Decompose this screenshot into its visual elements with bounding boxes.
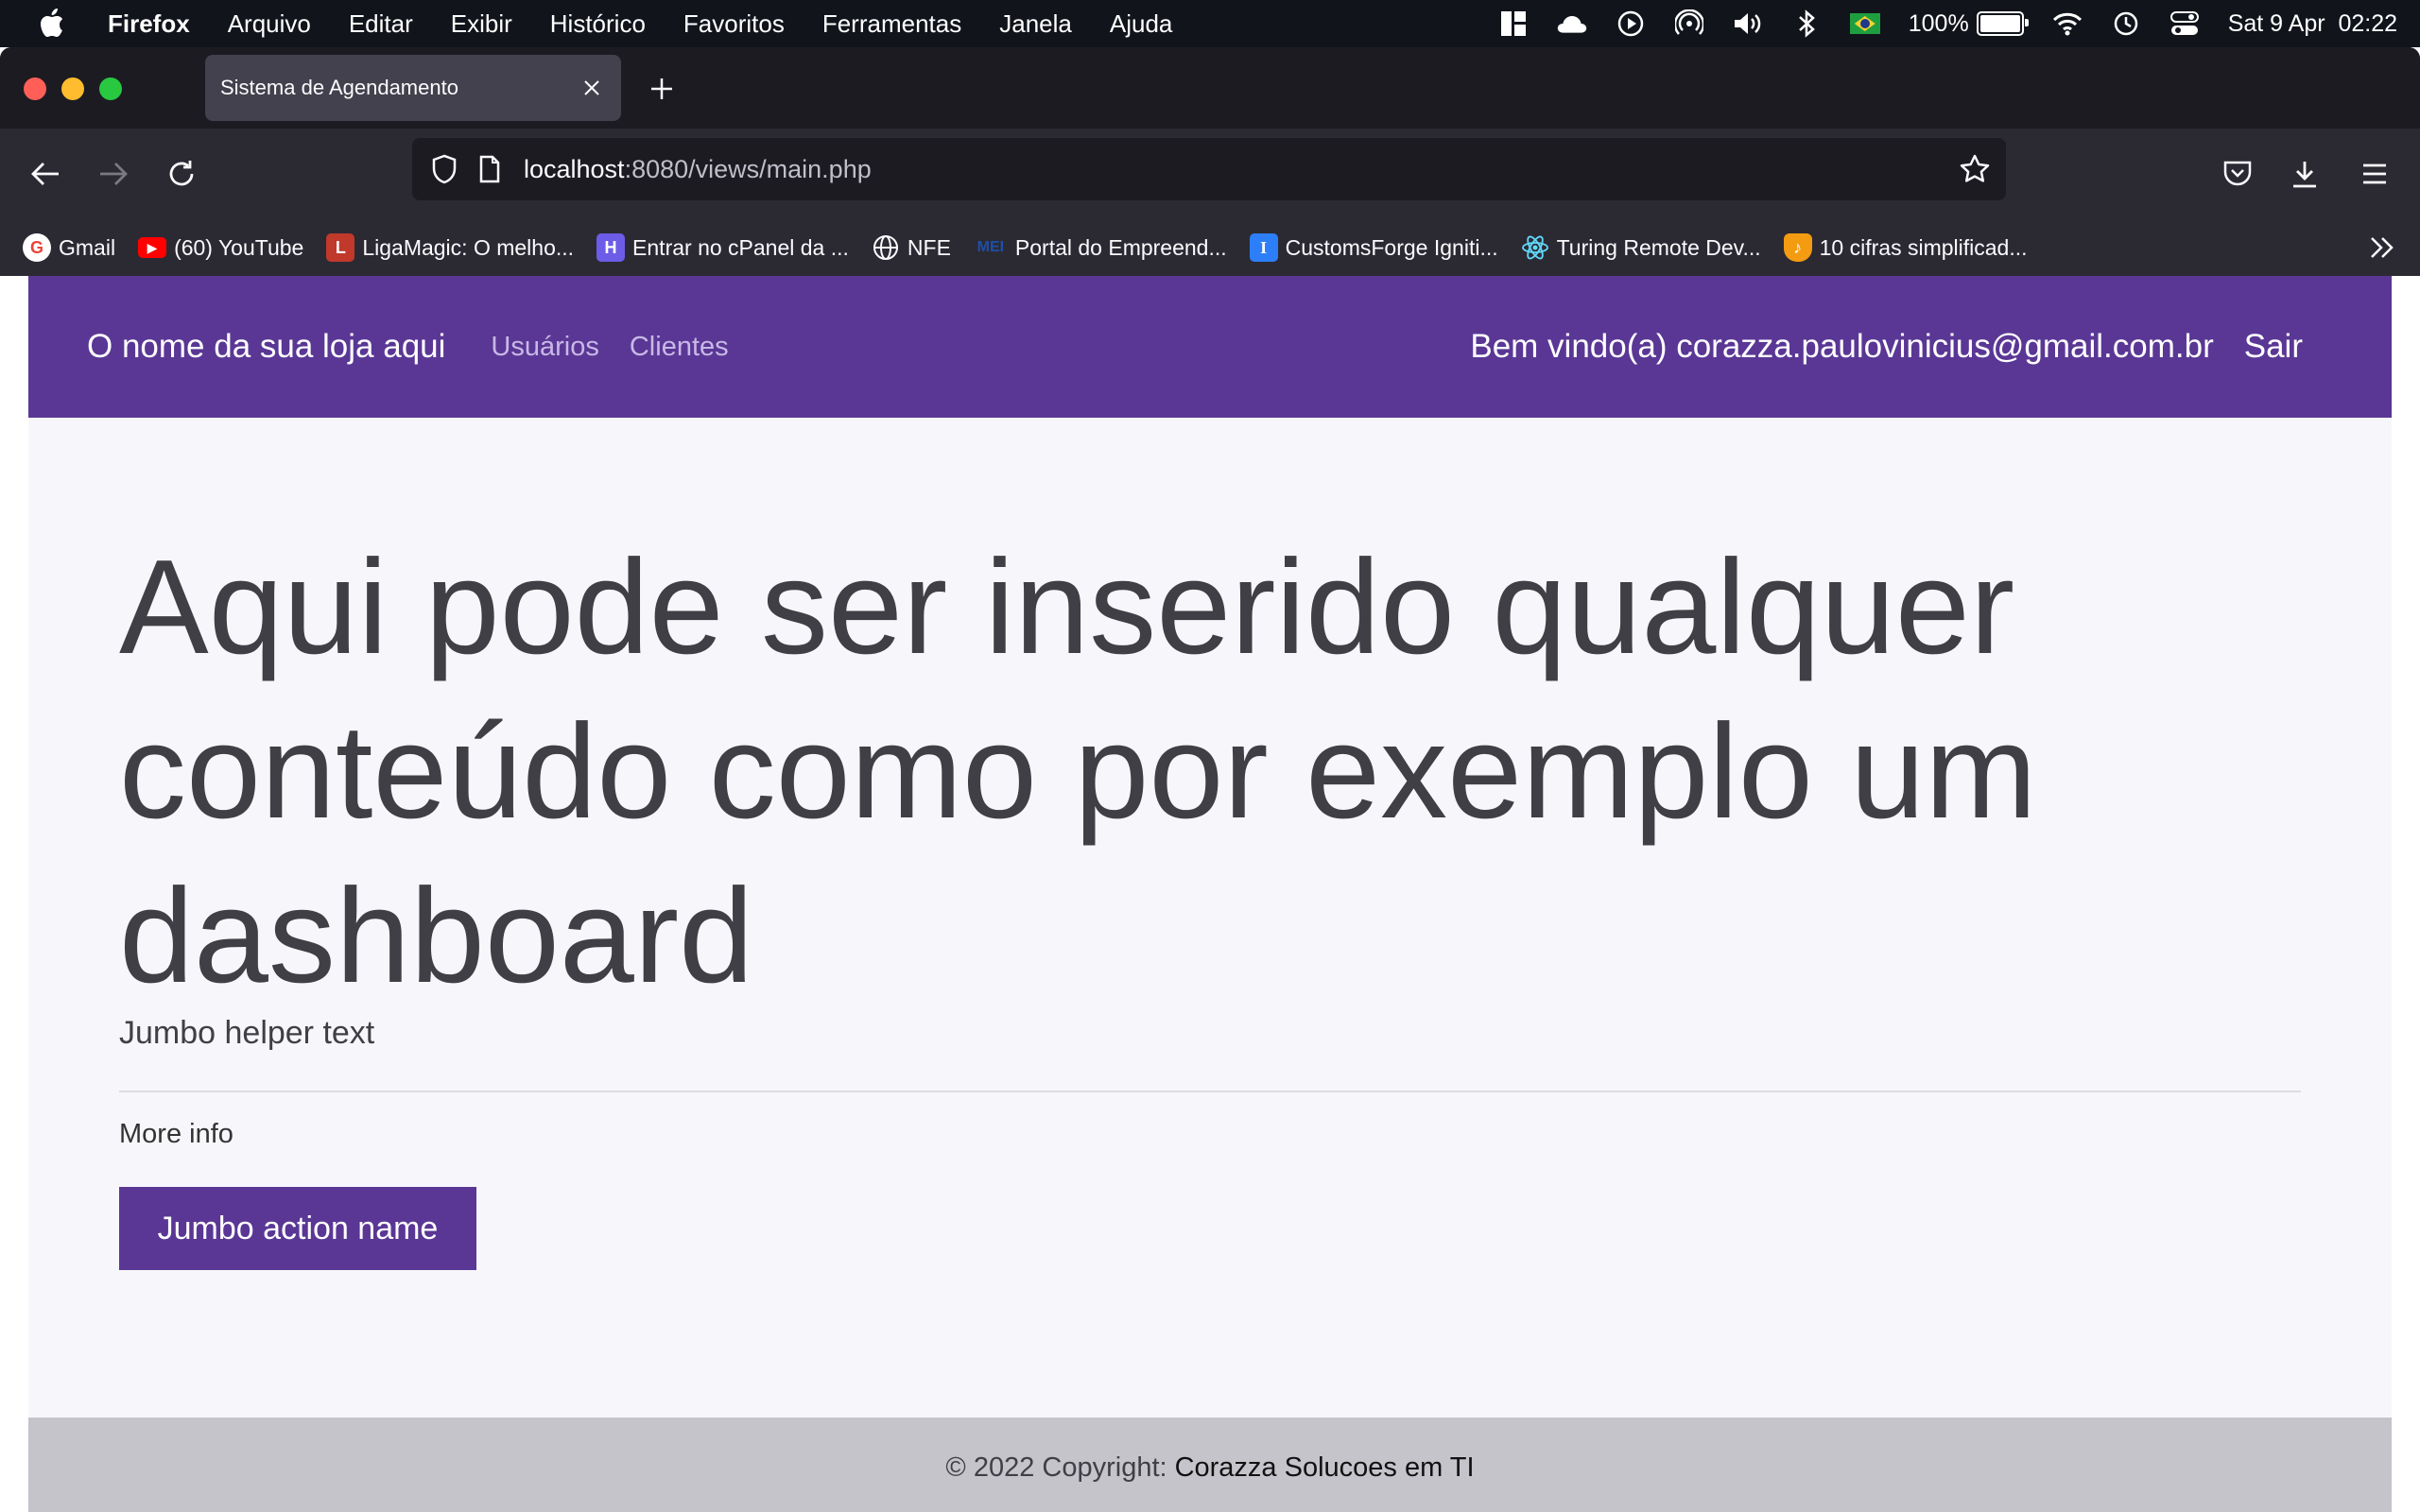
nav-link-usuarios[interactable]: Usuários	[491, 332, 598, 363]
mei-icon: MEI	[977, 239, 1005, 255]
cloud-icon[interactable]	[1557, 9, 1587, 39]
jumbotron-helper-text: Jumbo helper text	[119, 1015, 375, 1051]
page-viewport: O nome da sua loja aqui Usuários Cliente…	[0, 276, 2420, 1512]
apple-icon[interactable]	[38, 9, 66, 39]
cifras-icon: ♪	[1783, 233, 1812, 262]
page-info-icon[interactable]	[475, 152, 505, 186]
bookmark-label: Portal do Empreend...	[1014, 234, 1227, 260]
bookmark-youtube[interactable]: ▶ (60) YouTube	[138, 235, 303, 261]
battery-fill	[1979, 15, 2020, 32]
bookmark-turing[interactable]: Turing Remote Dev...	[1521, 233, 1761, 262]
pocket-icon[interactable]	[2217, 153, 2258, 195]
bookmark-label: (60) YouTube	[174, 234, 304, 260]
clock[interactable]: Sat 9 Apr 02:22	[2228, 10, 2397, 38]
nav-link-clientes[interactable]: Clientes	[630, 332, 729, 363]
menu-editar[interactable]: Editar	[349, 9, 413, 39]
reload-button[interactable]	[161, 153, 202, 195]
battery-percent: 100%	[1908, 9, 1969, 37]
logout-link[interactable]: Sair	[2244, 328, 2303, 366]
battery-icon	[1976, 11, 2029, 36]
bookmark-label: NFE	[907, 234, 951, 260]
hamburger-menu-icon[interactable]	[2354, 153, 2395, 195]
browser-toolbar: localhost:8080/views/main.php	[0, 129, 2420, 219]
tab-strip: Sistema de Agendamento	[0, 47, 2420, 129]
brazil-flag-icon[interactable]	[1849, 9, 1880, 39]
bookmark-gmail[interactable]: G Gmail	[23, 233, 115, 262]
bookmark-label: CustomsForge Igniti...	[1285, 234, 1498, 260]
menu-favoritos[interactable]: Favoritos	[683, 9, 785, 39]
forward-button[interactable]	[93, 153, 134, 195]
macos-menubar: Firefox Arquivo Editar Exibir Histórico …	[0, 0, 2420, 47]
divider	[119, 1091, 2301, 1092]
url-host: localhost	[524, 154, 625, 183]
app-menu-firefox[interactable]: Firefox	[108, 9, 190, 39]
google-icon: G	[23, 233, 51, 262]
more-info-text: More info	[119, 1119, 233, 1149]
bluetooth-icon[interactable]	[1791, 9, 1822, 39]
menu-exibir[interactable]: Exibir	[451, 9, 512, 39]
play-icon[interactable]	[1616, 9, 1646, 39]
bookmark-cpanel[interactable]: H Entrar no cPanel da ...	[596, 233, 849, 262]
back-button[interactable]	[25, 153, 66, 195]
globe-icon	[872, 233, 900, 262]
zoom-window-button[interactable]	[99, 77, 122, 100]
ligamagic-icon: L	[326, 233, 355, 262]
cpanel-icon: H	[596, 233, 626, 262]
footer-company-link[interactable]: Corazza Solucoes em TI	[1175, 1452, 1475, 1484]
more-bookmarks-chevron-icon[interactable]	[2365, 231, 2399, 265]
window-layout-icon[interactable]	[1498, 9, 1529, 39]
jumbo-action-button[interactable]: Jumbo action name	[119, 1187, 476, 1270]
bookmark-star-icon[interactable]	[1957, 151, 1993, 187]
bookmark-label: Entrar no cPanel da ...	[632, 234, 849, 260]
status-area: 100% Sat 9 Apr 02:22	[1498, 0, 2397, 47]
bookmark-ligamagic[interactable]: L LigaMagic: O melho...	[326, 233, 574, 262]
tracking-protection-shield-icon[interactable]	[427, 152, 461, 186]
bookmarks-toolbar: G Gmail ▶ (60) YouTube L LigaMagic: O me…	[0, 219, 2420, 276]
url-text[interactable]: localhost:8080/views/main.php	[524, 155, 872, 184]
site-brand[interactable]: O nome da sua loja aqui	[87, 328, 445, 366]
tab-sistema-de-agendamento[interactable]: Sistema de Agendamento	[205, 55, 621, 121]
browser-window: Sistema de Agendamento localhost:8080/vi…	[0, 47, 2420, 1512]
menu-janela[interactable]: Janela	[999, 9, 1072, 39]
youtube-icon: ▶	[138, 237, 167, 258]
react-icon	[1521, 233, 1549, 262]
menu-arquivo[interactable]: Arquivo	[228, 9, 311, 39]
wifi-icon[interactable]	[2052, 9, 2083, 39]
menu-ajuda[interactable]: Ajuda	[1110, 9, 1173, 39]
site-page: O nome da sua loja aqui Usuários Cliente…	[28, 276, 2392, 1512]
nav-user-area: Bem vindo(a) corazza.paulovinicius@gmail…	[1470, 276, 2303, 418]
menu-ferramentas[interactable]: Ferramentas	[822, 9, 961, 39]
minimize-window-button[interactable]	[61, 77, 84, 100]
time-machine-icon[interactable]	[2111, 9, 2141, 39]
close-tab-icon[interactable]	[576, 72, 608, 104]
bookmark-customsforge[interactable]: I CustomsForge Igniti...	[1249, 233, 1498, 262]
bookmark-label: LigaMagic: O melho...	[362, 234, 575, 260]
new-tab-button[interactable]	[643, 70, 681, 108]
url-path: :8080/views/main.php	[624, 154, 872, 183]
site-footer: © 2022 Copyright: Corazza Solucoes em TI	[28, 1418, 2392, 1512]
control-center-icon[interactable]	[2169, 9, 2200, 39]
airdrop-icon[interactable]	[1674, 9, 1704, 39]
downloads-icon[interactable]	[2284, 153, 2325, 195]
menu-historico[interactable]: Histórico	[550, 9, 646, 39]
welcome-message: Bem vindo(a) corazza.paulovinicius@gmail…	[1470, 328, 2214, 365]
bookmark-nfe[interactable]: NFE	[872, 233, 951, 262]
tab-title: Sistema de Agendamento	[220, 76, 458, 99]
close-window-button[interactable]	[24, 77, 46, 100]
bookmark-label: Gmail	[59, 234, 116, 260]
volume-icon[interactable]	[1733, 9, 1763, 39]
bookmark-label: 10 cifras simplificad...	[1819, 234, 2028, 260]
jumbotron-title: Aqui pode ser inserido qualquer conteúdo…	[119, 532, 2037, 1011]
bookmark-label: Turing Remote Dev...	[1556, 234, 1761, 260]
site-navbar: O nome da sua loja aqui Usuários Cliente…	[28, 276, 2392, 418]
bookmark-portal-empreendedor[interactable]: MEI Portal do Empreend...	[974, 233, 1227, 262]
bookmark-cifras[interactable]: ♪ 10 cifras simplificad...	[1783, 233, 2028, 262]
url-bar[interactable]: localhost:8080/views/main.php	[412, 138, 2006, 200]
customsforge-icon: I	[1249, 233, 1278, 262]
footer-copyright: © 2022 Copyright:	[945, 1452, 1167, 1483]
battery-status[interactable]: 100%	[1908, 9, 2029, 38]
